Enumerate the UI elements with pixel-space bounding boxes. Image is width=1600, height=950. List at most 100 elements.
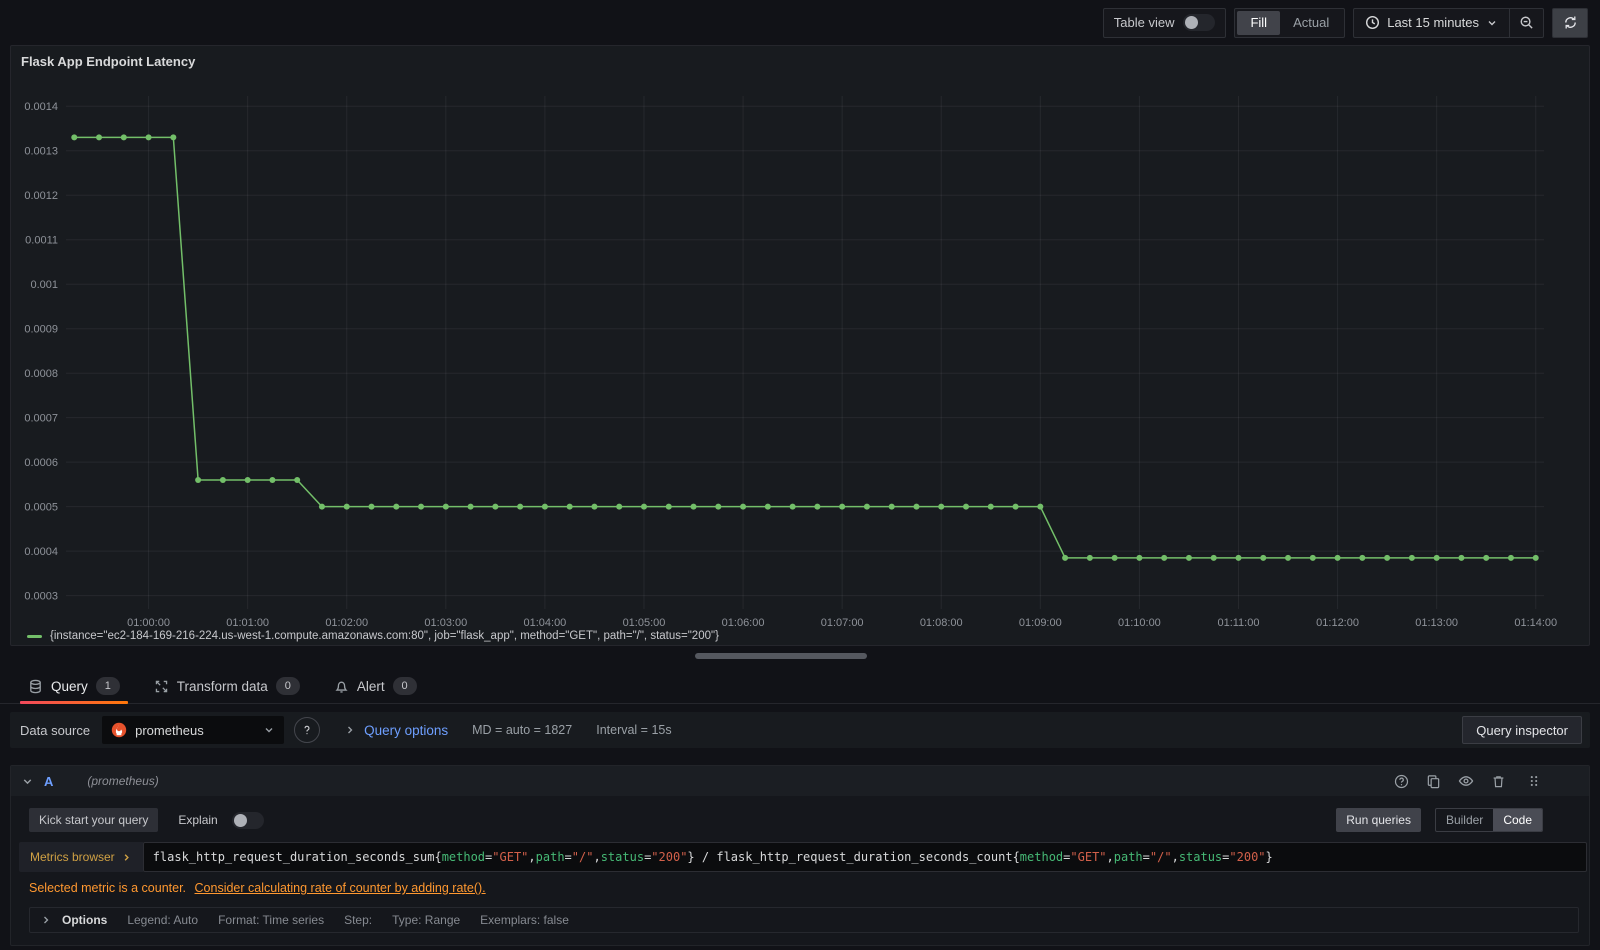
option-type: Type: Range — [392, 913, 461, 927]
database-icon — [28, 679, 43, 694]
explain-label: Explain — [178, 813, 218, 827]
datasource-help-button[interactable] — [294, 717, 321, 743]
metrics-browser-button[interactable]: Metrics browser — [19, 842, 143, 872]
svg-text:01:13:00: 01:13:00 — [1415, 617, 1458, 628]
query-options-toggle[interactable]: Query options — [344, 723, 448, 738]
svg-text:01:12:00: 01:12:00 — [1316, 617, 1359, 628]
builder-code-switch: Builder Code — [1434, 808, 1543, 832]
tab-alert-label: Alert — [356, 678, 385, 694]
latency-panel: Flask App Endpoint Latency 0.0014 0.0013 0… — [10, 45, 1590, 646]
query-help-button[interactable] — [1394, 774, 1409, 789]
chart-legend: {instance="ec2-184-169-216-224.us-west-1… — [27, 630, 719, 642]
query-ref-id[interactable]: A — [44, 774, 53, 789]
warning-text: Selected metric is a counter. — [29, 881, 187, 895]
tab-transform-count: 0 — [275, 677, 300, 695]
query-options-label: Query options — [364, 722, 449, 738]
run-queries-button[interactable]: Run queries — [1336, 808, 1421, 832]
promql-input[interactable]: flask_http_request_duration_seconds_sum{… — [142, 842, 1587, 872]
query-editor-section: A (prometheus) Kick start your query Exp… — [10, 765, 1590, 946]
remove-query-button[interactable] — [1491, 774, 1506, 789]
svg-text:0.0014: 0.0014 — [24, 101, 58, 113]
svg-text:0.0003: 0.0003 — [24, 591, 58, 603]
svg-text:0.0012: 0.0012 — [24, 190, 58, 202]
svg-text:0.0007: 0.0007 — [24, 413, 58, 425]
svg-text:0.0005: 0.0005 — [24, 502, 58, 514]
svg-text:01:02:00: 01:02:00 — [325, 617, 368, 628]
svg-text:0.001: 0.001 — [30, 279, 58, 291]
svg-text:01:04:00: 01:04:00 — [523, 617, 566, 628]
series-color-marker — [27, 634, 42, 638]
table-view-toggle[interactable] — [1183, 14, 1216, 31]
svg-text:01:07:00: 01:07:00 — [821, 617, 864, 628]
explain-toggle[interactable] — [231, 811, 264, 829]
fill-option[interactable]: Fill — [1237, 10, 1281, 35]
time-range-label: Last 15 minutes — [1387, 15, 1479, 30]
grip-dots-icon — [1530, 776, 1538, 786]
datasource-picker[interactable]: prometheus — [102, 716, 285, 744]
duplicate-query-button[interactable] — [1426, 774, 1441, 789]
tab-query[interactable]: Query 1 — [18, 669, 130, 704]
query-inspector-button[interactable]: Query inspector — [1462, 716, 1582, 744]
builder-option[interactable]: Builder — [1436, 809, 1493, 831]
tab-query-count: 1 — [95, 677, 120, 695]
svg-text:01:08:00: 01:08:00 — [920, 617, 963, 628]
time-picker-group: Last 15 minutes — [1353, 7, 1544, 38]
tab-alert-count: 0 — [392, 677, 417, 695]
question-circle-icon — [304, 725, 310, 735]
collapse-query-row-button[interactable] — [21, 775, 34, 788]
tab-transform-data[interactable]: Transform data 0 — [144, 669, 310, 703]
option-format: Format: Time series — [218, 913, 325, 927]
code-option[interactable]: Code — [1493, 809, 1542, 831]
angle-right-icon — [124, 853, 129, 861]
options-label[interactable]: Options — [62, 913, 107, 927]
svg-text:01:00:00: 01:00:00 — [127, 617, 170, 628]
zoom-out-time-button[interactable] — [1509, 8, 1543, 37]
toggle-knob — [1185, 16, 1199, 29]
fill-actual-switch: Fill Actual — [1234, 7, 1346, 38]
editor-tabs: Query 1 Transform data 0 Alert 0 — [0, 669, 1600, 704]
svg-text:0.0009: 0.0009 — [24, 324, 58, 336]
panel-editor-toolbar: Table view Fill Actual Last 15 minutes — [0, 0, 1600, 45]
pane-resize-handle[interactable] — [695, 653, 867, 659]
eye-icon — [1458, 776, 1474, 786]
latency-chart-canvas[interactable]: 0.0014 0.0013 0.0012 0.0011 0.001 0.0009 0.000… — [11, 46, 1591, 628]
angle-right-icon — [44, 916, 49, 924]
svg-text:01:11:00: 01:11:00 — [1217, 617, 1259, 628]
search-minus-icon — [1520, 16, 1533, 29]
svg-text:01:10:00: 01:10:00 — [1118, 617, 1161, 628]
counter-warning: Selected metric is a counter. Consider c… — [29, 881, 1579, 895]
time-range-button[interactable]: Last 15 minutes — [1354, 9, 1509, 37]
svg-text:0.0004: 0.0004 — [24, 546, 58, 558]
disable-query-button[interactable] — [1458, 773, 1474, 789]
metrics-browser-label: Metrics browser — [30, 850, 115, 864]
svg-text:01:03:00: 01:03:00 — [424, 617, 467, 628]
refresh-button[interactable] — [1552, 7, 1588, 38]
trash-icon — [1493, 775, 1504, 787]
query-options-summary: Options Legend: Auto Format: Time series… — [29, 907, 1579, 933]
datasource-name: prometheus — [135, 722, 204, 738]
option-step: Step: — [344, 913, 373, 927]
series-legend-label[interactable]: {instance="ec2-184-169-216-224.us-west-1… — [50, 630, 719, 642]
promql-editor-row: Metrics browser flask_http_request_durat… — [19, 842, 1587, 872]
toggle-knob — [233, 813, 247, 827]
table-view-control: Table view — [1102, 7, 1227, 38]
copy-icon — [1427, 774, 1440, 788]
query-datasource-hint: (prometheus) — [87, 774, 159, 788]
chevron-down-icon — [265, 728, 273, 733]
query-toolbar-row: Kick start your query Explain Run querie… — [29, 808, 1543, 832]
svg-text:01:09:00: 01:09:00 — [1019, 617, 1062, 628]
warning-hint-link[interactable]: Consider calculating rate of counter by … — [195, 881, 486, 895]
max-data-points-summary: MD = auto = 1827 — [472, 723, 573, 737]
svg-text:0.0008: 0.0008 — [24, 368, 58, 380]
tab-alert[interactable]: Alert 0 — [324, 669, 427, 703]
prometheus-icon — [111, 722, 127, 738]
tab-transform-label: Transform data — [176, 678, 268, 694]
datasource-label: Data source — [20, 722, 91, 738]
svg-text:0.0011: 0.0011 — [25, 235, 58, 247]
options-expand-button[interactable] — [40, 914, 52, 926]
kick-start-query-button[interactable]: Kick start your query — [29, 808, 159, 832]
drag-query-handle[interactable] — [1527, 774, 1541, 788]
chevron-down-icon — [1488, 20, 1496, 25]
actual-option[interactable]: Actual — [1280, 11, 1342, 35]
option-legend: Legend: Auto — [127, 913, 199, 927]
